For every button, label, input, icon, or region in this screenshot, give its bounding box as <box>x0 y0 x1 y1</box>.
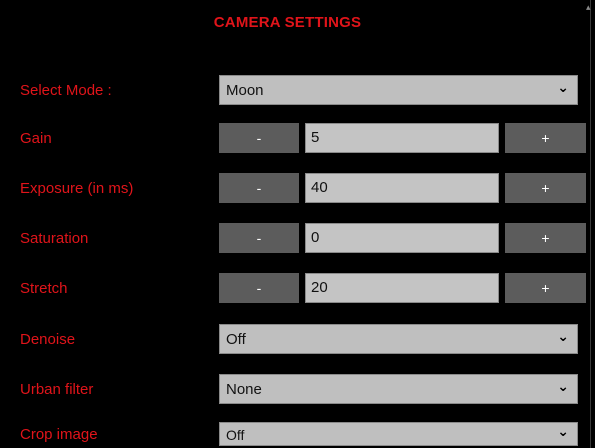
chevron-down-icon: ⌄ <box>557 79 569 95</box>
urban-filter-row: Urban filter None ⌄ <box>0 374 595 406</box>
mode-select[interactable]: Moon ⌄ <box>219 75 578 105</box>
chevron-down-icon: ⌄ <box>557 423 569 439</box>
saturation-input[interactable]: 0 <box>305 223 499 253</box>
exposure-decrement-button[interactable]: - <box>219 173 299 203</box>
panel-title: CAMERA SETTINGS <box>213 14 362 31</box>
crop-image-select-value: Off <box>226 427 245 443</box>
gain-label: Gain <box>20 130 52 147</box>
gain-decrement-button[interactable]: - <box>219 123 299 153</box>
crop-image-label: Crop image <box>20 426 98 443</box>
exposure-input[interactable]: 40 <box>305 173 499 203</box>
urban-filter-select-value: None <box>226 381 262 398</box>
urban-filter-label: Urban filter <box>20 381 94 398</box>
stretch-decrement-button[interactable]: - <box>219 273 299 303</box>
stretch-increment-button[interactable]: + <box>505 273 586 303</box>
saturation-row: Saturation - 0 + <box>0 223 595 255</box>
stretch-input[interactable]: 20 <box>305 273 499 303</box>
denoise-label: Denoise <box>20 331 76 348</box>
denoise-select[interactable]: Off ⌄ <box>219 324 578 354</box>
mode-select-value: Moon <box>226 82 264 99</box>
saturation-label: Saturation <box>20 230 89 247</box>
gain-row: Gain - 5 + <box>0 123 595 155</box>
exposure-increment-button[interactable]: + <box>505 173 586 203</box>
camera-settings-panel: CAMERA SETTINGS ▴ Select Mode : Moon ⌄ G… <box>0 0 595 448</box>
gain-increment-button[interactable]: + <box>505 123 586 153</box>
crop-image-row: Crop image Off ⌄ <box>0 422 595 448</box>
exposure-row: Exposure (in ms) - 40 + <box>0 173 595 205</box>
gain-input[interactable]: 5 <box>305 123 499 153</box>
saturation-increment-button[interactable]: + <box>505 223 586 253</box>
urban-filter-select[interactable]: None ⌄ <box>219 374 578 404</box>
mode-label: Select Mode : <box>20 82 112 99</box>
denoise-row: Denoise Off ⌄ <box>0 324 595 356</box>
saturation-decrement-button[interactable]: - <box>219 223 299 253</box>
crop-image-select[interactable]: Off ⌄ <box>219 422 578 446</box>
chevron-down-icon: ⌄ <box>557 378 569 394</box>
stretch-row: Stretch - 20 + <box>0 273 595 305</box>
mode-row: Select Mode : Moon ⌄ <box>0 75 595 107</box>
stretch-label: Stretch <box>20 280 68 297</box>
exposure-label: Exposure (in ms) <box>20 180 134 197</box>
scroll-up-icon[interactable]: ▴ <box>586 2 591 13</box>
denoise-select-value: Off <box>226 331 246 348</box>
chevron-down-icon: ⌄ <box>557 328 569 344</box>
